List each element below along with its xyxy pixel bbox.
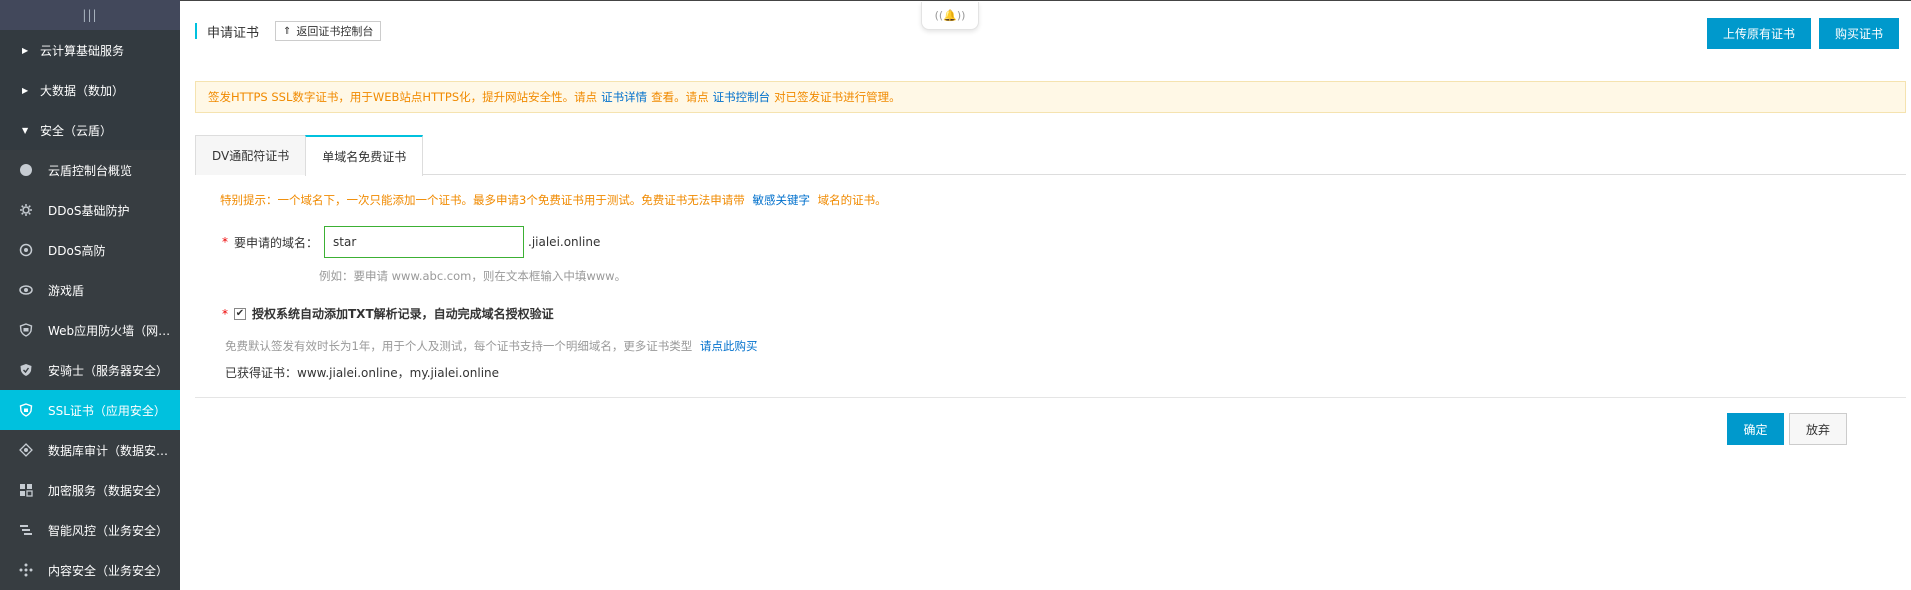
risk-control-icon: [18, 522, 34, 538]
certificate-details-link[interactable]: 证书详情: [601, 89, 647, 105]
sidebar-item-label: DDoS基础防护: [48, 203, 130, 218]
arrow-up-icon: ⇑: [283, 25, 292, 37]
sidebar-collapse-handle[interactable]: |||: [0, 0, 180, 30]
domain-example-hint: 例如：要申请 www.abc.com，则在文本框输入中填www。: [319, 269, 627, 283]
sidebar-item-label: 数据库审计（数据安…: [48, 443, 169, 458]
ssl-shield-icon: [18, 402, 34, 418]
circle-icon: [18, 162, 34, 178]
notification-bell-icon[interactable]: ((🔔)): [921, 2, 979, 30]
free-desc-text: 免费默认签发有效时长为1年，用于个人及测试，每个证书支持一个明细域名，更多证书类…: [225, 339, 693, 353]
buy-more-link[interactable]: 请点此购买: [700, 339, 758, 353]
page-header: 申请证书 ⇑ 返回证书控制台: [195, 20, 382, 42]
cancel-button[interactable]: 放弃: [1789, 413, 1847, 445]
shield-gear-icon: [18, 242, 34, 258]
tab-dv-wildcard[interactable]: DV通配符证书: [195, 135, 307, 175]
eye-icon: [18, 282, 34, 298]
sidebar-item-db-audit[interactable]: 数据库审计（数据安…: [0, 430, 180, 470]
sidebar-group-security[interactable]: ▼ 安全（云盾）: [0, 110, 180, 150]
domain-suffix: .jialei.online: [528, 235, 601, 249]
sidebar-item-encryption[interactable]: 加密服务（数据安全）: [0, 470, 180, 510]
title-accent-bar: [195, 23, 197, 39]
form-divider: [195, 397, 1906, 398]
notice-text: 签发HTTPS SSL数字证书，用于WEB站点HTTPS化，提升网站安全性。请点: [208, 90, 598, 104]
sidebar-item-label: Web应用防火墙（网…: [48, 323, 171, 338]
sensitive-keywords-link[interactable]: 敏感关键字: [752, 193, 810, 207]
page-title: 申请证书: [207, 25, 260, 41]
tip-text: 域名的证书。: [817, 193, 887, 207]
sidebar-item-label: 内容安全（业务安全）: [48, 563, 169, 578]
domain-label: 要申请的域名：: [234, 235, 319, 250]
sidebar-item-risk-control[interactable]: 智能风控（业务安全）: [0, 510, 180, 550]
top-border-line: [180, 0, 1911, 1]
encryption-icon: [18, 482, 34, 498]
upload-certificate-button[interactable]: 上传原有证书: [1706, 18, 1811, 49]
sidebar-group-label: 云计算基础服务: [40, 43, 125, 58]
sidebar-item-label: 加密服务（数据安全）: [48, 483, 169, 498]
sidebar-item-ssl-certificate[interactable]: SSL证书（应用安全）: [0, 390, 180, 430]
sidebar-item-console-overview[interactable]: 云盾控制台概览: [0, 150, 180, 190]
form-actions: 确定 放弃: [1727, 413, 1847, 445]
sidebar-item-content-security[interactable]: 内容安全（业务安全）: [0, 550, 180, 590]
back-to-console-label: 返回证书控制台: [296, 25, 374, 38]
tip-text: 特别提示：一个域名下，一次只能添加一个证书。最多申请3个免费证书用于测试。免费证…: [220, 193, 745, 207]
database-audit-icon: [18, 442, 34, 458]
domain-input[interactable]: [324, 226, 525, 258]
caret-right-icon: ▶: [22, 85, 29, 95]
caret-down-icon: ▼: [22, 125, 29, 135]
obtained-certificates: 已获得证书：www.jialei.online，my.jialei.online: [225, 366, 500, 380]
sidebar-item-label: 云盾控制台概览: [48, 163, 133, 178]
back-to-console-button[interactable]: ⇑ 返回证书控制台: [275, 21, 382, 41]
required-mark: *: [222, 235, 228, 249]
sidebar-group-label: 大数据（数加）: [40, 83, 125, 98]
sidebar-item-label: 游戏盾: [48, 283, 85, 298]
sidebar-item-waf[interactable]: Web应用防火墙（网…: [0, 310, 180, 350]
header-actions: 上传原有证书 购买证书: [1706, 18, 1899, 49]
sidebar-item-ddos-pro[interactable]: DDoS高防: [0, 230, 180, 270]
sidebar-item-game-shield[interactable]: 游戏盾: [0, 270, 180, 310]
notice-text: 对已签发证书进行管理。: [774, 90, 901, 104]
sidebar-item-ddos-basic[interactable]: DDoS基础防护: [0, 190, 180, 230]
content-security-icon: [18, 562, 34, 578]
tab-single-domain-free[interactable]: 单域名免费证书: [305, 135, 424, 176]
sidebar-item-aegis[interactable]: 安骑士（服务器安全）: [0, 350, 180, 390]
auto-txt-auth-checkbox[interactable]: ✔: [234, 307, 246, 320]
free-cert-description: 免费默认签发有效时长为1年，用于个人及测试，每个证书支持一个明细域名，更多证书类…: [225, 338, 757, 354]
knight-shield-icon: [18, 362, 34, 378]
caret-right-icon: ▶: [22, 45, 29, 55]
certificate-tabs: DV通配符证书 单域名免费证书: [195, 135, 1906, 176]
domain-field-row: * 要申请的域名： .jialei.online: [222, 226, 600, 258]
info-notice: 签发HTTPS SSL数字证书，用于WEB站点HTTPS化，提升网站安全性。请点…: [195, 81, 1906, 113]
confirm-button[interactable]: 确定: [1727, 413, 1784, 445]
buy-certificate-button[interactable]: 购买证书: [1818, 18, 1899, 49]
sidebar-group-cloud-basic[interactable]: ▶ 云计算基础服务: [0, 30, 180, 70]
sidebar-item-label: DDoS高防: [48, 243, 106, 258]
sidebar-group-bigdata[interactable]: ▶ 大数据（数加）: [0, 70, 180, 110]
required-mark: *: [222, 306, 228, 321]
sidebar-item-label: 安骑士（服务器安全）: [48, 363, 169, 378]
special-tip: 特别提示：一个域名下，一次只能添加一个证书。最多申请3个免费证书用于测试。免费证…: [220, 192, 887, 208]
sidebar: ||| ▶ 云计算基础服务 ▶ 大数据（数加） ▼ 安全（云盾） 云盾控制台概览…: [0, 0, 180, 590]
sidebar-item-label: SSL证书（应用安全）: [48, 403, 166, 418]
firewall-shield-icon: [18, 322, 34, 338]
auth-row: * ✔ 授权系统自动添加TXT解析记录，自动完成域名授权验证: [222, 305, 554, 322]
notice-text: 查看。请点: [651, 90, 709, 104]
certificate-console-link[interactable]: 证书控制台: [713, 89, 771, 105]
gear-icon: [18, 202, 34, 218]
sidebar-group-label: 安全（云盾）: [40, 123, 113, 138]
auto-txt-auth-label[interactable]: 授权系统自动添加TXT解析记录，自动完成域名授权验证: [252, 305, 554, 322]
sidebar-item-label: 智能风控（业务安全）: [48, 523, 169, 538]
